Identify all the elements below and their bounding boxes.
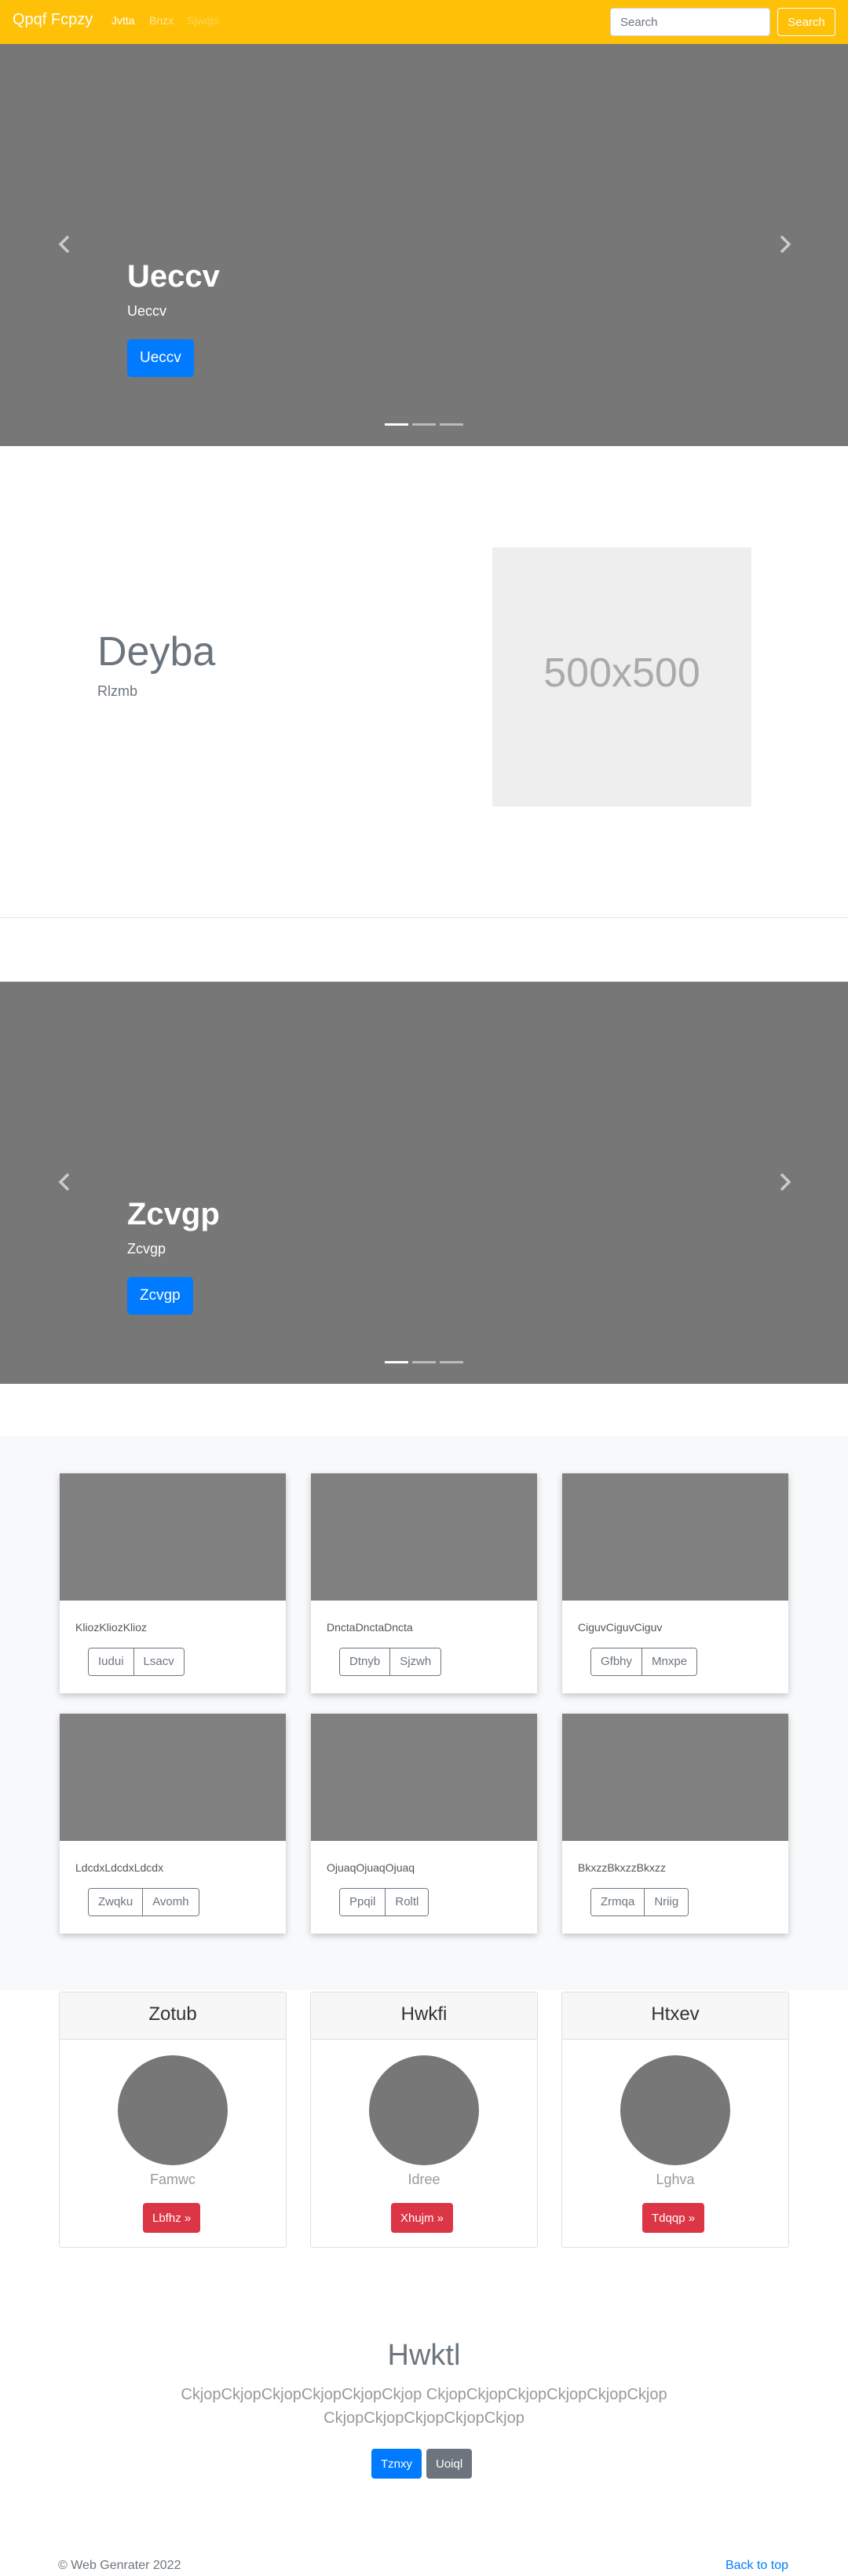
album-edit-button[interactable]: Sjzwh [389, 1648, 441, 1675]
album-card: OjuaqOjuaqOjuaq Ppqil Roltl [311, 1714, 537, 1934]
profile-card-button[interactable]: Xhujm » [391, 2203, 454, 2233]
carousel-indicator[interactable] [440, 1361, 463, 1363]
placeholder-label: 500x500 [543, 650, 700, 696]
profile-card-button[interactable]: Lbfhz » [143, 2203, 201, 2233]
profile-card-header: Zotub [60, 1992, 286, 2040]
jumbotron-text: CkjopCkjopCkjopCkjopCkjopCkjop CkjopCkjo… [181, 2386, 667, 2427]
album-view-button[interactable]: Zrmqa [591, 1889, 645, 1916]
album-thumbnail [60, 1714, 286, 1841]
album-button-group: Gfbhy Mnxpe [590, 1648, 698, 1676]
jumbotron-primary-button[interactable]: Tznxy [371, 2449, 422, 2479]
carousel-bottom: Zcvgp Zcvgp Zcvgp [0, 982, 848, 1384]
album-view-button[interactable]: Iudui [89, 1648, 133, 1675]
carousel-top: Ueccv Ueccv Ueccv [0, 44, 848, 446]
album-card-text: KliozKliozKlioz [75, 1621, 148, 1634]
carousel-title: Ueccv [127, 259, 220, 294]
album-card: BkxzzBkxzzBkxzz Zrmqa Nriig [562, 1714, 788, 1934]
jumbotron-title: Hwktl [387, 2339, 461, 2372]
avatar [369, 2055, 479, 2165]
album-view-button[interactable]: Zwqku [89, 1889, 143, 1916]
album-view-button[interactable]: Ppqil [340, 1889, 386, 1916]
nav-link-2[interactable]: Bnzx [149, 14, 174, 27]
profile-card-title: Hwkfi [400, 2003, 448, 2025]
jumbotron-secondary-button[interactable]: Uoiql [426, 2449, 473, 2479]
carousel-indicator-active[interactable] [385, 423, 408, 426]
carousel-subtitle: Zcvgp [127, 1241, 166, 1257]
carousel-title: Zcvgp [127, 1197, 220, 1231]
profile-card-title: Htxev [651, 2003, 700, 2025]
carousel-subtitle: Ueccv [127, 303, 167, 319]
carousel-indicator[interactable] [412, 1361, 436, 1363]
navbar: Qpqf Fcpzy Jvtta Bnzx Sjwqts Search [0, 0, 848, 44]
album-card: LdcdxLdcdxLdcdx Zwqku Avomh [60, 1714, 286, 1934]
carousel-prev-icon[interactable] [55, 1170, 74, 1194]
profile-card-name: Famwc [150, 2172, 196, 2187]
album-button-group: Iudui Lsacv [88, 1648, 185, 1676]
profile-card-title: Zotub [148, 2003, 197, 2025]
profile-card-name: Lghva [656, 2172, 695, 2187]
carousel-button[interactable]: Ueccv [127, 339, 194, 377]
profile-card-button[interactable]: Tdqqp » [642, 2203, 705, 2233]
feature-image-placeholder: 500x500 [492, 547, 751, 807]
navbar-brand[interactable]: Qpqf Fcpzy [13, 11, 93, 29]
album-view-button[interactable]: Gfbhy [591, 1648, 642, 1675]
album-card-text: LdcdxLdcdxLdcdx [75, 1861, 164, 1874]
album-card-text: BkxzzBkxzzBkxzz [578, 1861, 667, 1874]
album-view-button[interactable]: Dtnyb [340, 1648, 390, 1675]
album-card-text: CiguvCiguvCiguv [578, 1621, 663, 1634]
album-edit-button[interactable]: Roltl [385, 1889, 429, 1916]
avatar [620, 2055, 730, 2165]
album-card: KliozKliozKlioz Iudui Lsacv [60, 1473, 286, 1693]
album-edit-button[interactable]: Avomh [142, 1889, 199, 1916]
feature-heading: Deyba [97, 629, 216, 675]
album-button-group: Zwqku Avomh [88, 1888, 199, 1916]
profile-card-name: Idree [408, 2172, 440, 2187]
back-to-top-link[interactable]: Back to top [726, 2559, 788, 2573]
carousel-next-icon[interactable] [776, 1170, 795, 1194]
album-thumbnail [562, 1473, 788, 1601]
search-input[interactable] [610, 8, 770, 36]
album-thumbnail [311, 1714, 537, 1841]
album-edit-button[interactable]: Mnxpe [641, 1648, 697, 1675]
album-edit-button[interactable]: Lsacv [133, 1648, 184, 1675]
album-thumbnail [562, 1714, 788, 1841]
album-thumbnail [311, 1473, 537, 1601]
album-button-group: Dtnyb Sjzwh [339, 1648, 442, 1676]
profile-card-header: Htxev [562, 1992, 788, 2040]
nav-link-3[interactable]: Sjwqts [187, 14, 219, 27]
album-card-text: OjuaqOjuaqOjuaq [327, 1861, 415, 1874]
footer-copyright: © Web Genrater 2022 [58, 2559, 181, 2572]
section-divider [0, 917, 848, 918]
profile-card: Htxev Lghva Tdqqp » [561, 1992, 789, 2248]
search-button[interactable]: Search [777, 8, 835, 36]
carousel-indicator[interactable] [412, 423, 436, 426]
album-edit-button[interactable]: Nriig [644, 1889, 689, 1916]
feature-subheading: Rlzmb [97, 683, 138, 699]
profile-card-header: Hwkfi [311, 1992, 537, 2040]
album-card-text: DnctaDnctaDncta [327, 1621, 413, 1634]
nav-link-1[interactable]: Jvtta [111, 14, 135, 27]
profile-card: Hwkfi Idree Xhujm » [310, 1992, 538, 2248]
carousel-next-icon[interactable] [776, 232, 795, 256]
carousel-indicator[interactable] [440, 423, 463, 426]
album-card: DnctaDnctaDncta Dtnyb Sjzwh [311, 1473, 537, 1693]
carousel-prev-icon[interactable] [55, 232, 74, 256]
avatar [118, 2055, 228, 2165]
carousel-button[interactable]: Zcvgp [127, 1277, 193, 1315]
carousel-indicator-active[interactable] [385, 1361, 408, 1363]
album-section: KliozKliozKlioz Iudui Lsacv DnctaDnctaDn… [0, 1436, 848, 1990]
album-thumbnail [60, 1473, 286, 1601]
album-card: CiguvCiguvCiguv Gfbhy Mnxpe [562, 1473, 788, 1693]
album-button-group: Ppqil Roltl [339, 1888, 429, 1916]
profile-card: Zotub Famwc Lbfhz » [59, 1992, 287, 2248]
album-button-group: Zrmqa Nriig [590, 1888, 689, 1916]
